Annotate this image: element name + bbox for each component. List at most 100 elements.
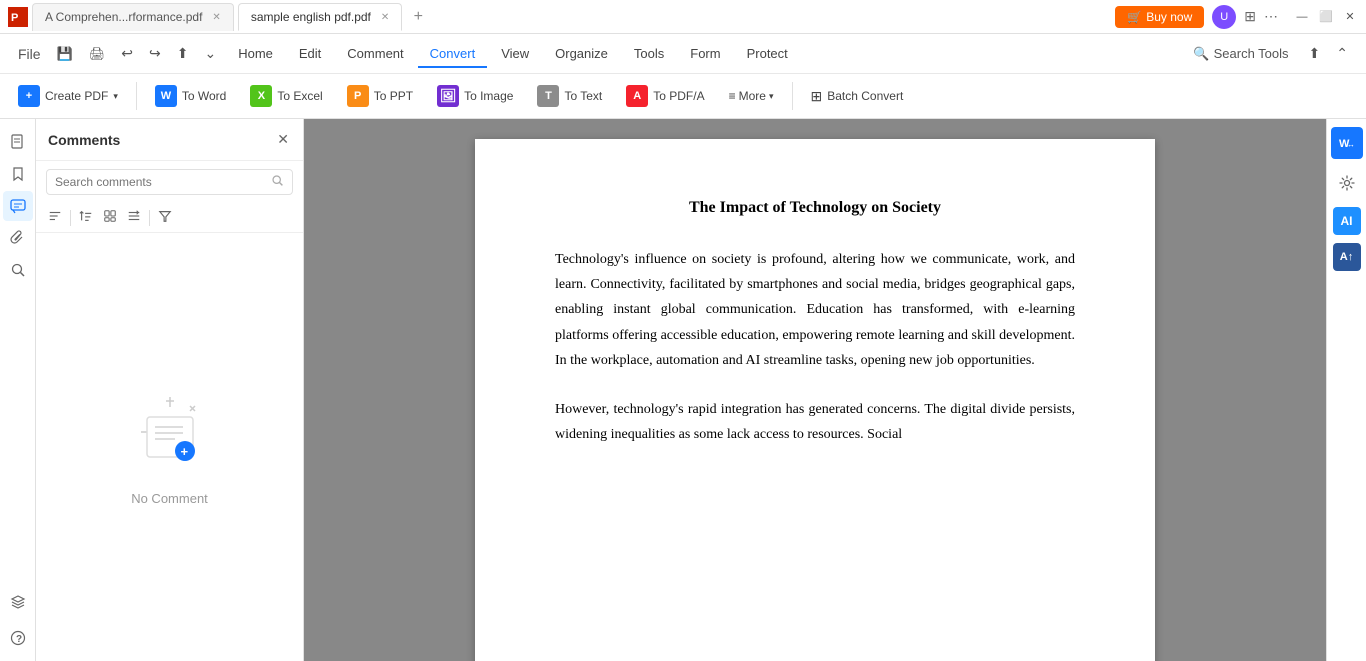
to-ppt-button[interactable]: P To PPT <box>337 80 423 112</box>
no-comment-label: No Comment <box>131 491 208 506</box>
divider-2 <box>792 82 793 110</box>
nav-edit[interactable]: Edit <box>287 40 333 67</box>
search-comments-input[interactable] <box>55 175 267 189</box>
comments-header: Comments ✕ <box>36 119 303 161</box>
tab-1-close[interactable]: ✕ <box>212 12 220 23</box>
nav-home[interactable]: Home <box>226 40 285 67</box>
nav-view[interactable]: View <box>489 40 541 67</box>
nav-menu: Home Edit Comment Convert View Organize … <box>226 40 800 67</box>
nav-convert[interactable]: Convert <box>418 40 488 67</box>
to-word-button[interactable]: W To Word <box>145 80 236 112</box>
pdf-page: The Impact of Technology on Society Tech… <box>475 139 1155 661</box>
comment-toolbar <box>36 203 303 233</box>
no-comment-illustration: + <box>125 389 215 479</box>
new-tab-button[interactable]: + <box>406 5 430 29</box>
svg-text:+: + <box>180 444 188 459</box>
to-pdfa-icon: A <box>626 85 648 107</box>
filter-icon[interactable] <box>156 207 174 228</box>
svg-text:↔: ↔ <box>1347 140 1355 149</box>
more-icon: ≡ <box>729 89 736 103</box>
tab-2[interactable]: sample english pdf.pdf ✕ <box>238 3 402 31</box>
buy-now-button[interactable]: 🛒 Buy now <box>1115 6 1204 28</box>
to-excel-icon: X <box>250 85 272 107</box>
comments-title: Comments <box>48 132 120 148</box>
comments-panel: Comments ✕ <box>36 119 304 661</box>
tab-1-label: A Comprehen...rformance.pdf <box>45 10 202 24</box>
sidebar-attachment-icon[interactable] <box>3 223 33 253</box>
sidebar-bookmark-icon[interactable] <box>3 159 33 189</box>
search-comments-icon <box>271 174 284 190</box>
collapse-button[interactable]: ⌃ <box>1330 41 1354 66</box>
nav-comment[interactable]: Comment <box>335 40 415 67</box>
create-pdf-chevron: ▾ <box>113 91 118 102</box>
expand-all-icon[interactable] <box>125 207 143 228</box>
file-button[interactable]: File <box>12 42 47 66</box>
nav-tools[interactable]: Tools <box>622 40 676 67</box>
more-button[interactable]: ≡ More ▾ <box>719 84 784 108</box>
upload-button[interactable]: ⬆ <box>1303 41 1327 66</box>
create-pdf-icon: + <box>18 85 40 107</box>
pdf-viewer[interactable]: The Impact of Technology on Society Tech… <box>304 119 1326 661</box>
svg-text:P: P <box>11 12 18 24</box>
maximize-button[interactable]: ⬜ <box>1318 9 1334 25</box>
comments-close-button[interactable]: ✕ <box>275 129 291 150</box>
sort-icon[interactable] <box>46 207 64 228</box>
search-tools-label: Search Tools <box>1214 46 1289 61</box>
batch-convert-button[interactable]: ⊞ Batch Convert <box>801 83 914 110</box>
sidebar-comment-icon[interactable] <box>3 191 33 221</box>
to-pdfa-label: To PDF/A <box>653 89 704 103</box>
save-icon[interactable]: 💾 <box>51 42 79 66</box>
tab-2-close[interactable]: ✕ <box>381 12 389 23</box>
sidebar-pages-icon[interactable] <box>3 127 33 157</box>
more-options-icon[interactable]: ⋯ <box>1264 8 1278 25</box>
to-text-icon: T <box>537 85 559 107</box>
search-tools-icon: 🔍 <box>1193 46 1209 62</box>
pdf-title: The Impact of Technology on Society <box>555 199 1075 217</box>
to-excel-button[interactable]: X To Excel <box>240 80 332 112</box>
layout-icon[interactable]: ⊞ <box>1244 8 1256 25</box>
sidebar-search-icon[interactable] <box>3 255 33 285</box>
nav-toolbar: File 💾 🖨 ↩ ↪ ⬆ ⌄ Home Edit Comment Conve… <box>0 34 1366 74</box>
to-text-label: To Text <box>564 89 602 103</box>
print-icon[interactable]: 🖨 <box>83 42 112 66</box>
toolbar-area: File 💾 🖨 ↩ ↪ ⬆ ⌄ Home Edit Comment Conve… <box>0 34 1366 119</box>
buy-now-label: Buy now <box>1146 10 1192 24</box>
right-ai-button[interactable]: AI <box>1333 207 1361 235</box>
dropdown-icon[interactable]: ⌄ <box>198 41 222 66</box>
main-layout: ? Comments ✕ <box>0 119 1366 661</box>
minimize-button[interactable]: — <box>1294 9 1310 25</box>
right-translate-button[interactable]: W↔ <box>1331 127 1363 159</box>
tab-1[interactable]: A Comprehen...rformance.pdf ✕ <box>32 3 234 31</box>
redo-icon[interactable]: ↪ <box>143 41 167 66</box>
to-text-button[interactable]: T To Text <box>527 80 612 112</box>
batch-label: Batch Convert <box>827 89 903 103</box>
undo-icon[interactable]: ↩ <box>115 41 139 66</box>
nav-protect[interactable]: Protect <box>735 40 800 67</box>
pdf-paragraph-2: However, technology's rapid integration … <box>555 397 1075 447</box>
cart-icon: 🛒 <box>1127 10 1142 24</box>
comment-divider-2 <box>149 210 150 226</box>
nav-form[interactable]: Form <box>678 40 732 67</box>
nav-organize[interactable]: Organize <box>543 40 620 67</box>
share-icon[interactable]: ⬆ <box>171 41 195 66</box>
sort-asc-icon[interactable] <box>77 207 95 228</box>
to-image-button[interactable]: 🖼 To Image <box>427 80 523 112</box>
right-word-button[interactable]: A↑ <box>1333 243 1361 271</box>
title-bar-right: 🛒 Buy now U ⊞ ⋯ — ⬜ ✕ <box>1115 5 1358 29</box>
user-avatar[interactable]: U <box>1212 5 1236 29</box>
comments-search-bar[interactable] <box>46 169 293 195</box>
more-chevron: ▾ <box>769 91 774 102</box>
comment-divider-1 <box>70 210 71 226</box>
close-button[interactable]: ✕ <box>1342 9 1358 25</box>
sidebar-layers-icon[interactable] <box>3 587 33 617</box>
search-tools-button[interactable]: 🔍 Search Tools <box>1183 42 1298 66</box>
title-bar: P A Comprehen...rformance.pdf ✕ sample e… <box>0 0 1366 34</box>
pdf-paragraph-1: Technology's influence on society is pro… <box>555 247 1075 373</box>
to-image-icon: 🖼 <box>437 85 459 107</box>
sidebar-help-icon[interactable]: ? <box>3 623 33 653</box>
filter-by-page-icon[interactable] <box>101 207 119 228</box>
create-pdf-button[interactable]: + Create PDF ▾ <box>8 80 128 112</box>
right-settings-button[interactable] <box>1331 167 1363 199</box>
to-pdfa-button[interactable]: A To PDF/A <box>616 80 714 112</box>
right-sidebar: W↔ AI A↑ <box>1326 119 1366 661</box>
